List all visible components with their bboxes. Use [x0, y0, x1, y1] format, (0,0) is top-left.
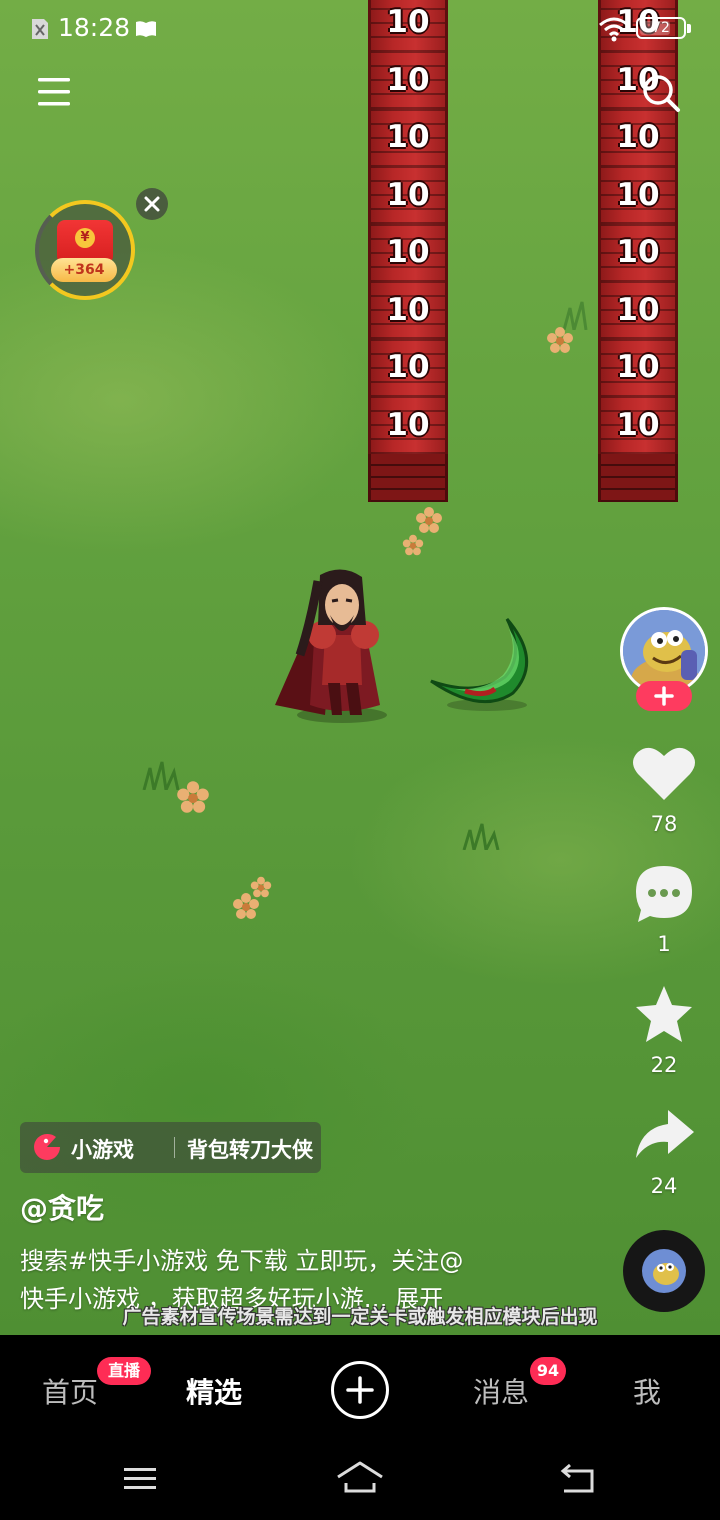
hero-character	[275, 569, 387, 723]
pillar-cell: 10	[598, 396, 678, 454]
tab-featured[interactable]: 精选	[186, 1371, 242, 1411]
search-button[interactable]	[638, 70, 684, 116]
description-line: 搜索#快手小游戏 免下载 立即玩，关注@	[20, 1247, 464, 1275]
back-button[interactable]	[558, 1461, 600, 1497]
pillar-cell: 10	[368, 109, 448, 167]
pillar-cell: 10	[598, 339, 678, 397]
live-badge: 直播	[97, 1357, 151, 1385]
back-icon	[560, 1463, 594, 1493]
bottom-navigation: 首页 直播 精选 消息 94 我	[0, 1335, 720, 1445]
grass-tuft-decoration	[462, 823, 500, 850]
battery-indicator: 72	[636, 17, 686, 39]
share-arrow-icon	[636, 1110, 694, 1158]
plus-icon	[654, 686, 674, 706]
favorite-count: 22	[650, 1053, 678, 1077]
like-count: 78	[650, 812, 678, 836]
search-icon	[643, 75, 680, 112]
status-time: 18:28	[58, 13, 131, 42]
close-red-packet-button[interactable]	[136, 188, 168, 220]
system-navigation-bar	[0, 1445, 720, 1520]
share-button[interactable]	[626, 1102, 702, 1166]
battery-level: 72	[652, 20, 670, 36]
hamburger-icon	[38, 78, 70, 106]
mini-game-label: 小游戏	[71, 1138, 134, 1162]
star-icon	[636, 986, 692, 1042]
home-icon	[337, 1461, 383, 1493]
cartoon-avatar-image	[623, 610, 705, 692]
pillar-cell: 10	[598, 109, 678, 167]
battery-tip	[687, 24, 691, 33]
author-name[interactable]: @贪吃	[20, 1187, 104, 1227]
reward-bonus: +364	[51, 258, 117, 282]
pillar-cell: 10	[368, 281, 448, 339]
mini-game-name: 背包转刀大侠	[187, 1138, 313, 1162]
flower-decoration	[250, 876, 272, 898]
heart-icon	[633, 747, 695, 800]
wifi-icon	[599, 17, 629, 42]
pillar-cell: 10	[368, 396, 448, 454]
comment-icon	[636, 866, 692, 922]
pillar-cell: 10	[368, 224, 448, 282]
status-bar: 18:28 72	[0, 0, 720, 58]
sim-card-icon	[32, 19, 48, 39]
pillar-base	[368, 454, 448, 502]
music-disc-cover-icon	[642, 1249, 686, 1293]
comment-count: 1	[657, 932, 671, 956]
pillar-cell: 10	[368, 339, 448, 397]
tab-home[interactable]: 首页	[42, 1371, 98, 1411]
pillar-cell: 10	[368, 51, 448, 109]
follow-button[interactable]	[636, 681, 692, 711]
mini-game-icon	[34, 1133, 60, 1160]
tab-messages[interactable]: 消息	[473, 1371, 529, 1411]
pillar-base	[598, 454, 678, 502]
pillar-cell: 10	[598, 166, 678, 224]
recent-apps-button[interactable]	[120, 1463, 160, 1495]
coin-icon: ¥	[75, 228, 95, 248]
like-button[interactable]	[626, 742, 702, 806]
favorite-button[interactable]	[626, 982, 702, 1046]
ad-disclaimer-subtitle: 广告素材宣传场景需达到一定关卡或触发相应模块后出现	[122, 1306, 598, 1328]
mini-game-tag[interactable]: 小游戏 背包转刀大侠	[20, 1122, 321, 1173]
flower-decoration	[547, 327, 573, 353]
red-packet-reward-widget[interactable]: ¥ +364	[35, 200, 135, 300]
close-icon	[144, 196, 160, 212]
tab-me[interactable]: 我	[633, 1371, 661, 1411]
book-notification-icon	[136, 21, 156, 37]
share-count: 24	[650, 1174, 678, 1198]
flower-decoration	[402, 534, 424, 556]
comment-button[interactable]	[626, 862, 702, 926]
brick-pillar-left: 10 10 10 10 10 10 10 10	[368, 0, 448, 502]
menu-lines-icon	[124, 1468, 156, 1489]
plus-icon	[346, 1376, 374, 1404]
tag-divider	[174, 1137, 175, 1158]
pillar-cell: 10	[598, 224, 678, 282]
green-blade-weapon	[430, 618, 528, 711]
music-disc[interactable]	[623, 1230, 705, 1312]
pillar-cell: 10	[598, 281, 678, 339]
flower-decoration	[177, 781, 209, 813]
home-button[interactable]	[334, 1459, 386, 1497]
create-button[interactable]	[331, 1361, 389, 1419]
flower-decoration	[416, 507, 442, 533]
menu-button[interactable]	[32, 72, 76, 112]
messages-count-badge: 94	[530, 1357, 566, 1385]
pillar-cell: 10	[368, 166, 448, 224]
